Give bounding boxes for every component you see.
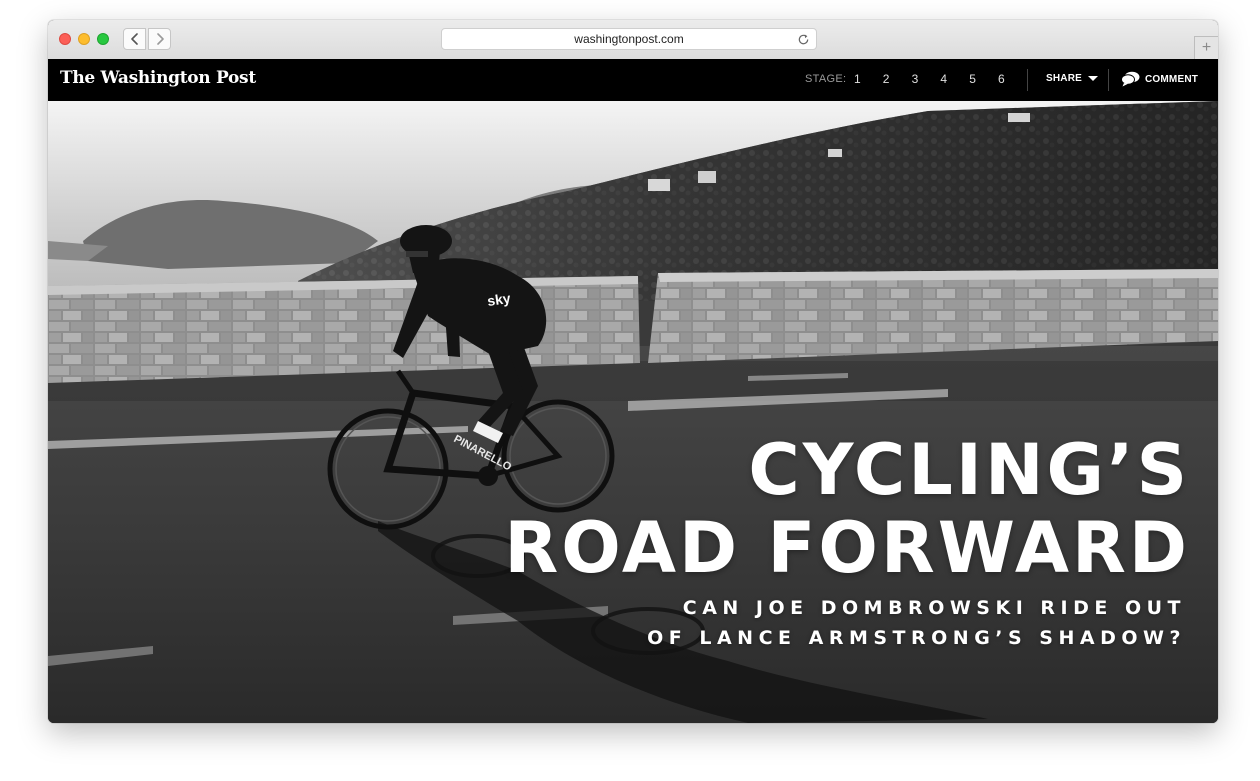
chevron-right-icon xyxy=(156,33,164,45)
chevron-left-icon xyxy=(130,33,138,45)
new-tab-button[interactable]: + xyxy=(1194,36,1218,59)
share-button[interactable]: SHARE xyxy=(1046,73,1099,84)
stage-link-6[interactable]: 6 xyxy=(998,72,1027,86)
headline-line-2: ROAD FORWARD xyxy=(504,507,1190,589)
comment-button[interactable]: COMMENT xyxy=(1121,71,1198,87)
url-text: washingtonpost.com xyxy=(574,32,684,46)
share-label: SHARE xyxy=(1046,73,1083,84)
plus-icon: + xyxy=(1201,39,1212,56)
stage-link-5[interactable]: 5 xyxy=(969,72,998,86)
site-header: The Washington Post STAGE: 1 2 3 4 5 6 S… xyxy=(48,59,1218,101)
close-window-button[interactable] xyxy=(59,33,71,45)
header-divider xyxy=(1027,69,1028,91)
browser-window: washingtonpost.com + The Washington Post… xyxy=(48,20,1218,723)
caret-down-icon xyxy=(1088,76,1099,81)
address-bar[interactable]: washingtonpost.com xyxy=(441,28,817,50)
subhead-line-1: CAN JOE DOMBROWSKI RIDE OUT xyxy=(682,597,1186,619)
browser-toolbar: washingtonpost.com + xyxy=(48,20,1218,60)
article-headline: CYCLING’S ROAD FORWARD xyxy=(504,431,1190,587)
stage-link-1[interactable]: 1 xyxy=(854,72,883,86)
header-divider xyxy=(1108,69,1109,91)
site-logo[interactable]: The Washington Post xyxy=(60,68,256,88)
stage-link-3[interactable]: 3 xyxy=(912,72,941,86)
stage-link-2[interactable]: 2 xyxy=(883,72,912,86)
stage-link-4[interactable]: 4 xyxy=(940,72,969,86)
reload-icon[interactable] xyxy=(797,33,810,46)
hero-image: sky PINARELLO CYCLING’S ROAD FORWARD CAN… xyxy=(48,101,1218,723)
forward-button[interactable] xyxy=(148,28,171,50)
speech-bubble-icon xyxy=(1121,71,1140,87)
maximize-window-button[interactable] xyxy=(97,33,109,45)
subhead-line-2: OF LANCE ARMSTRONG’S SHADOW? xyxy=(647,627,1186,649)
jersey-logo: sky xyxy=(486,290,512,309)
stage-nav: 1 2 3 4 5 6 xyxy=(854,72,1027,86)
stage-label: STAGE: xyxy=(805,73,847,85)
comment-label: COMMENT xyxy=(1145,73,1199,85)
back-button[interactable] xyxy=(123,28,146,50)
minimize-window-button[interactable] xyxy=(78,33,90,45)
headline-line-1: CYCLING’S xyxy=(748,429,1190,511)
article-subheadline: CAN JOE DOMBROWSKI RIDE OUT OF LANCE ARM… xyxy=(647,593,1186,653)
